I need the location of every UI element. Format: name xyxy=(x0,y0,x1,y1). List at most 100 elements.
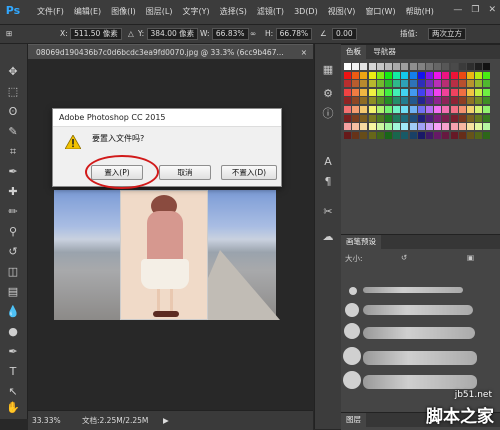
restore-button[interactable]: ❐ xyxy=(471,5,479,15)
color-swatch[interactable] xyxy=(409,71,417,79)
menu-3d[interactable]: 3D(D) xyxy=(289,0,323,24)
color-swatch[interactable] xyxy=(417,71,425,79)
color-swatch[interactable] xyxy=(442,106,450,113)
color-swatch[interactable] xyxy=(385,80,392,88)
color-swatch[interactable] xyxy=(467,88,474,96)
color-swatch[interactable] xyxy=(450,131,458,139)
interpolation-select[interactable]: 两次立方 xyxy=(428,28,466,40)
color-swatch[interactable] xyxy=(426,88,433,96)
color-swatch[interactable] xyxy=(352,97,360,105)
color-swatch[interactable] xyxy=(426,97,433,105)
pen-tool-icon[interactable]: ✒ xyxy=(5,344,21,360)
color-swatch[interactable] xyxy=(426,106,433,113)
color-swatch[interactable] xyxy=(450,123,458,131)
color-swatch[interactable] xyxy=(467,123,474,131)
color-swatch[interactable] xyxy=(458,88,466,96)
brush-tip[interactable] xyxy=(349,287,357,295)
color-swatch[interactable] xyxy=(344,88,351,96)
menu-view[interactable]: 视图(V) xyxy=(323,0,361,24)
color-swatch[interactable] xyxy=(475,106,483,113)
swatch-grid[interactable] xyxy=(344,63,494,171)
color-swatch[interactable] xyxy=(368,71,376,79)
color-swatch[interactable] xyxy=(385,71,392,79)
color-swatch[interactable] xyxy=(401,131,409,139)
brush-stroke[interactable] xyxy=(363,287,463,293)
color-swatch[interactable] xyxy=(434,80,442,88)
color-swatch[interactable] xyxy=(401,106,409,113)
color-swatch[interactable] xyxy=(442,71,450,79)
libraries-panel-icon[interactable]: ☁ xyxy=(320,229,336,245)
menu-window[interactable]: 窗口(W) xyxy=(360,0,400,24)
color-swatch[interactable] xyxy=(352,131,360,139)
color-swatch[interactable] xyxy=(344,106,351,113)
brush-stroke[interactable] xyxy=(363,305,473,315)
color-swatch[interactable] xyxy=(442,123,450,131)
color-swatch[interactable] xyxy=(409,80,417,88)
color-swatch[interactable] xyxy=(360,97,368,105)
color-swatch[interactable] xyxy=(368,123,376,131)
eraser-tool-icon[interactable]: ◫ xyxy=(5,264,21,280)
color-swatch[interactable] xyxy=(434,63,442,70)
color-swatch[interactable] xyxy=(458,123,466,131)
color-swatch[interactable] xyxy=(475,97,483,105)
color-swatch[interactable] xyxy=(450,97,458,105)
color-swatch[interactable] xyxy=(385,97,392,105)
color-swatch[interactable] xyxy=(401,63,409,70)
color-swatch[interactable] xyxy=(393,71,401,79)
color-swatch[interactable] xyxy=(344,97,351,105)
brush-tip[interactable] xyxy=(343,347,361,365)
color-swatch[interactable] xyxy=(360,88,368,96)
color-swatch[interactable] xyxy=(434,106,442,113)
brush-stroke[interactable] xyxy=(363,375,477,389)
color-swatch[interactable] xyxy=(385,131,392,139)
color-swatch[interactable] xyxy=(458,106,466,113)
color-swatch[interactable] xyxy=(385,123,392,131)
info-panel-icon[interactable]: ⓘ xyxy=(320,106,336,122)
color-swatch[interactable] xyxy=(475,123,483,131)
color-swatch[interactable] xyxy=(409,131,417,139)
color-swatch[interactable] xyxy=(417,80,425,88)
color-swatch[interactable] xyxy=(417,123,425,131)
color-swatch[interactable] xyxy=(475,80,483,88)
color-swatch[interactable] xyxy=(442,97,450,105)
color-swatch[interactable] xyxy=(450,71,458,79)
color-swatch[interactable] xyxy=(352,114,360,122)
menu-file[interactable]: 文件(F) xyxy=(32,0,69,24)
close-window-button[interactable]: ✕ xyxy=(488,5,496,15)
color-swatch[interactable] xyxy=(458,71,466,79)
y-position-field[interactable]: 384.00 像素 xyxy=(146,28,199,40)
color-swatch[interactable] xyxy=(376,106,384,113)
color-swatch[interactable] xyxy=(417,131,425,139)
history-panel-icon[interactable]: ▦ xyxy=(320,62,336,78)
color-swatch[interactable] xyxy=(475,88,483,96)
angle-field[interactable]: 0.00 xyxy=(332,28,357,40)
color-swatch[interactable] xyxy=(360,131,368,139)
color-swatch[interactable] xyxy=(458,97,466,105)
link-icon[interactable]: △ xyxy=(128,28,134,40)
color-swatch[interactable] xyxy=(368,80,376,88)
color-swatch[interactable] xyxy=(393,80,401,88)
tab-navigator[interactable]: 导航器 xyxy=(368,45,401,59)
color-swatch[interactable] xyxy=(352,88,360,96)
tool-presets-icon[interactable]: ✂ xyxy=(320,204,336,220)
color-swatch[interactable] xyxy=(426,123,433,131)
color-swatch[interactable] xyxy=(450,63,458,70)
dodge-tool-icon[interactable]: ● xyxy=(5,324,21,340)
color-swatch[interactable] xyxy=(401,80,409,88)
color-swatch[interactable] xyxy=(426,63,433,70)
chain-link-icon[interactable]: ∞ xyxy=(250,28,256,40)
menu-layer[interactable]: 图层(L) xyxy=(141,0,178,24)
color-swatch[interactable] xyxy=(483,131,491,139)
color-swatch[interactable] xyxy=(368,63,376,70)
status-menu-arrow[interactable]: ▶ xyxy=(163,411,169,430)
brush-tool-icon[interactable]: ✏ xyxy=(5,204,21,220)
color-swatch[interactable] xyxy=(475,63,483,70)
color-swatch[interactable] xyxy=(409,63,417,70)
color-swatch[interactable] xyxy=(467,114,474,122)
color-swatch[interactable] xyxy=(360,123,368,131)
width-field[interactable]: 66.83% xyxy=(211,28,249,40)
color-swatch[interactable] xyxy=(483,88,491,96)
color-swatch[interactable] xyxy=(458,131,466,139)
color-swatch[interactable] xyxy=(401,123,409,131)
color-swatch[interactable] xyxy=(434,123,442,131)
